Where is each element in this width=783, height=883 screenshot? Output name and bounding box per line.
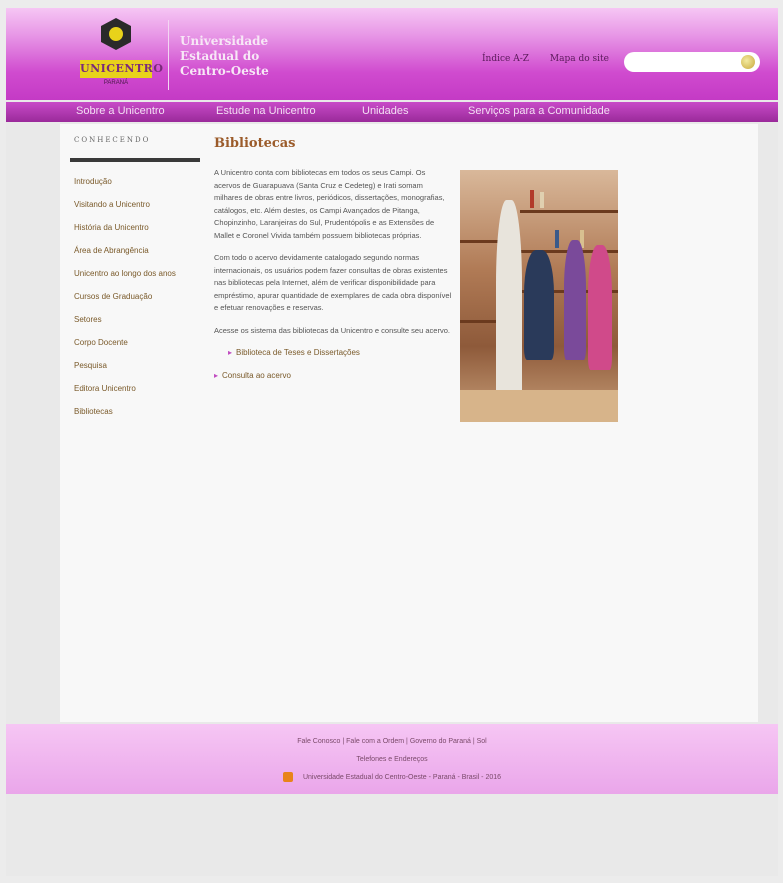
link-teses-label: Biblioteca de Teses e Dissertações: [236, 348, 360, 357]
bullet-icon: ▸: [228, 348, 233, 357]
unicentro-logo[interactable]: UNICENTRO PARANÁ: [76, 16, 163, 96]
library-links: ▸ Biblioteca de Teses e Dissertações ▸ Con…: [214, 347, 452, 382]
link-acervo[interactable]: ▸ Consulta ao acervo: [214, 370, 452, 383]
sitemap-link[interactable]: Mapa do site: [550, 54, 609, 64]
main-nav: Sobre a Unicentro Estude na Unicentro Un…: [6, 102, 778, 122]
site-footer: Fale Conosco | Fale com a Ordem | Govern…: [6, 724, 778, 794]
search-input[interactable]: [624, 52, 760, 72]
content-panel: CONHECENDO Introdução Visitando a Unicen…: [60, 124, 758, 722]
nav-item-estude[interactable]: Estude na Unicentro: [216, 105, 316, 117]
nav-item-servicos[interactable]: Serviços para a Comunidade: [468, 105, 610, 117]
bookshelf: [520, 210, 618, 213]
university-name-line1: Universidade: [180, 34, 269, 48]
bullet-icon: ▸: [214, 370, 219, 380]
sidebar-item-anos[interactable]: Unicentro ao longo dos anos: [70, 262, 200, 285]
site-header: UNICENTRO PARANÁ Universidade Estadual d…: [6, 8, 778, 100]
sidebar-item-bibliotecas[interactable]: Bibliotecas: [70, 400, 200, 423]
student-figure: [564, 240, 586, 360]
book: [540, 192, 544, 208]
book: [555, 230, 559, 248]
university-name: Universidade Estadual do Centro-Oeste: [180, 34, 269, 79]
search-icon[interactable]: [741, 55, 755, 69]
sidebar-divider: [70, 158, 200, 162]
sidebar-item-pesquisa[interactable]: Pesquisa: [70, 354, 200, 377]
nav-item-unidades[interactable]: Unidades: [362, 105, 408, 117]
top-links: Índice A-Z Mapa do site: [482, 54, 627, 64]
sidebar-item-docente[interactable]: Corpo Docente: [70, 331, 200, 354]
student-figure: [496, 200, 522, 410]
logo-wordmark: UNICENTRO: [80, 60, 163, 78]
floor: [460, 390, 618, 422]
university-name-line2: Estadual do: [180, 49, 260, 63]
footer-copyright: Universidade Estadual do Centro-Oeste - …: [6, 772, 778, 782]
bookshelf: [460, 320, 500, 323]
paragraph-intro: A Unicentro conta com bibliotecas em tod…: [214, 168, 445, 240]
footer-contacts-link[interactable]: Telefones e Endereços: [6, 756, 778, 763]
page-title: Bibliotecas: [214, 136, 296, 151]
main-content: Bibliotecas A Unicentro conta com biblio…: [214, 136, 734, 422]
sidebar-item-abrangencia[interactable]: Área de Abrangência: [70, 239, 200, 262]
university-name-line3: Centro-Oeste: [180, 64, 269, 78]
rss-icon[interactable]: [282, 772, 293, 782]
book: [530, 190, 534, 208]
sidebar-item-historia[interactable]: História da Unicentro: [70, 216, 200, 239]
sidebar-item-visitando[interactable]: Visitando a Unicentro: [70, 193, 200, 216]
sidebar-item-introducao[interactable]: Introdução: [70, 170, 200, 193]
footer-links[interactable]: Fale Conosco | Fale com a Ordem | Govern…: [6, 738, 778, 745]
index-az-link[interactable]: Índice A-Z: [482, 54, 529, 64]
sidebar-item-setores[interactable]: Setores: [70, 308, 200, 331]
sidebar-item-cursos[interactable]: Cursos de Graduação: [70, 285, 200, 308]
library-photo: [460, 170, 618, 422]
link-acervo-label: Consulta ao acervo: [222, 370, 291, 380]
nav-item-sobre[interactable]: Sobre a Unicentro: [76, 105, 165, 117]
footer-copyright-text: Universidade Estadual do Centro-Oeste - …: [302, 773, 502, 781]
sidebar-title: CONHECENDO: [74, 136, 151, 144]
header-divider: [168, 20, 169, 90]
student-figure: [588, 245, 612, 370]
bookshelf: [460, 240, 500, 243]
article-text: A Unicentro conta com bibliotecas em tod…: [214, 167, 452, 382]
paragraph-catalog: Com todo o acervo devidamente catalogado…: [214, 253, 452, 312]
sidebar: CONHECENDO Introdução Visitando a Unicen…: [70, 136, 200, 423]
logo-subtitle: PARANÁ: [103, 80, 129, 86]
student-figure: [524, 250, 554, 360]
link-teses[interactable]: ▸ Biblioteca de Teses e Dissertações: [214, 347, 452, 360]
paragraph-access: Acesse os sistema das bibliotecas da Uni…: [214, 325, 450, 335]
sidebar-item-editora[interactable]: Editora Unicentro: [70, 377, 200, 400]
logo-sun-icon: [109, 27, 123, 41]
